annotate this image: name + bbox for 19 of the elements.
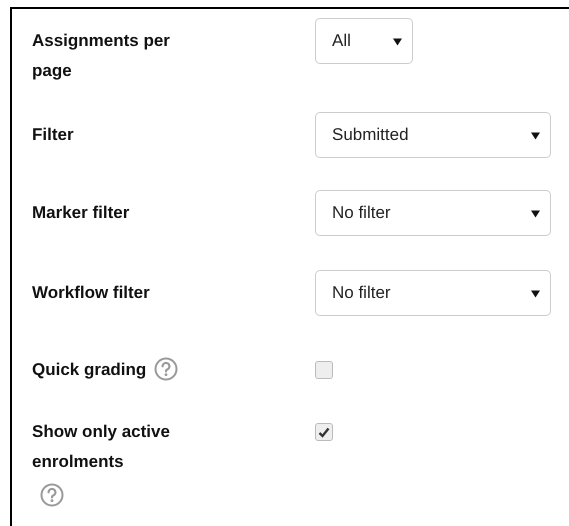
field-label: Marker filter bbox=[32, 203, 130, 222]
checkbox[interactable] bbox=[315, 423, 333, 441]
caret-icon bbox=[531, 130, 540, 140]
field-label: Filter bbox=[32, 125, 74, 144]
field-label: Quick grading bbox=[32, 360, 146, 379]
dropdown[interactable]: Submitted bbox=[315, 112, 551, 158]
checkbox[interactable] bbox=[315, 361, 333, 379]
caret-icon bbox=[393, 36, 402, 46]
check-icon bbox=[318, 426, 330, 438]
field-label: Show only active enrolments bbox=[32, 422, 170, 471]
help-icon[interactable] bbox=[154, 357, 178, 381]
caret-icon bbox=[531, 288, 540, 298]
dropdown[interactable]: All bbox=[315, 18, 413, 64]
field-label: Assignments per page bbox=[32, 31, 170, 80]
help-icon[interactable] bbox=[40, 483, 64, 507]
field-label: Workflow filter bbox=[32, 283, 150, 302]
caret-icon bbox=[531, 208, 540, 218]
dropdown[interactable]: No filter bbox=[315, 270, 551, 316]
dropdown[interactable]: No filter bbox=[315, 190, 551, 236]
